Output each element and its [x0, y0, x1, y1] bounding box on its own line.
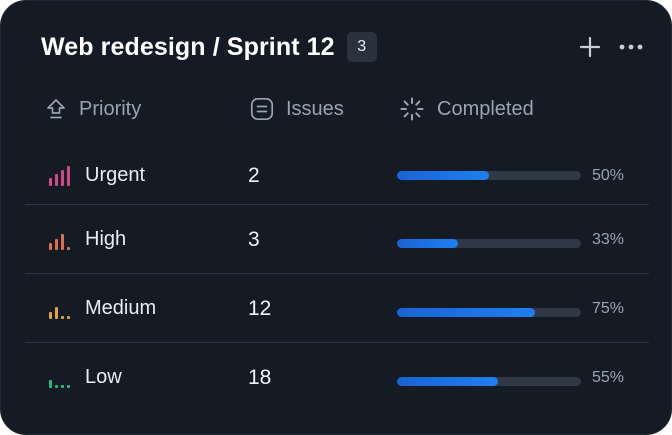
priority-arrow-icon: [47, 99, 65, 119]
progress-bar: [397, 377, 581, 386]
table-row[interactable]: Low 18 55%: [25, 342, 649, 412]
priority-medium-icon: [49, 306, 70, 319]
progress-fill: [397, 171, 489, 180]
table-row[interactable]: Medium 12 75%: [25, 273, 649, 343]
plus-icon[interactable]: [579, 36, 601, 58]
table-row[interactable]: High 3 33%: [25, 204, 649, 274]
sprint-card: Web redesign / Sprint 12 3 Priority Issu…: [0, 0, 672, 435]
priority-label: Urgent: [85, 164, 146, 186]
progress-bar: [397, 239, 581, 248]
header-actions: [579, 36, 643, 58]
priority-label: Low: [85, 366, 122, 388]
column-header-completed[interactable]: Completed: [399, 94, 534, 124]
table-row[interactable]: Urgent 2 50%: [25, 141, 649, 210]
progress-fill: [397, 308, 535, 317]
column-label-completed: Completed: [437, 97, 534, 120]
issues-count: 2: [248, 163, 260, 187]
completed-percent: 33%: [592, 230, 625, 248]
priority-cell: Low: [49, 343, 122, 412]
column-label-priority: Priority: [79, 97, 142, 120]
completed-percent: 55%: [592, 368, 625, 386]
progress-bar: [397, 308, 581, 317]
card-title: Web redesign / Sprint 12: [41, 32, 335, 61]
progress-fill: [397, 239, 458, 248]
column-label-issues: Issues: [286, 97, 344, 120]
issues-equals-icon: [250, 97, 274, 121]
priority-low-icon: [49, 379, 70, 388]
issues-count: 3: [248, 227, 260, 251]
issues-count: 12: [248, 296, 272, 320]
count-badge: 3: [346, 32, 377, 62]
priority-high-icon: [49, 233, 70, 250]
priority-cell: High: [49, 205, 126, 274]
loading-spinner-icon: [400, 97, 424, 121]
completed-percent: 75%: [592, 299, 625, 317]
priority-urgent-icon: [49, 165, 70, 186]
completed-percent: 50%: [592, 166, 625, 184]
progress-fill: [397, 377, 499, 386]
priority-cell: Urgent: [49, 141, 145, 210]
column-header-issues[interactable]: Issues: [250, 94, 344, 124]
column-header-priority[interactable]: Priority: [45, 94, 141, 124]
priority-label: Medium: [85, 297, 157, 319]
priority-cell: Medium: [49, 274, 156, 343]
issues-count: 18: [248, 365, 272, 389]
card-header: Web redesign / Sprint 12 3: [41, 30, 643, 64]
progress-bar: [397, 171, 581, 180]
priority-label: High: [85, 228, 127, 250]
more-horizontal-icon[interactable]: [619, 43, 643, 51]
